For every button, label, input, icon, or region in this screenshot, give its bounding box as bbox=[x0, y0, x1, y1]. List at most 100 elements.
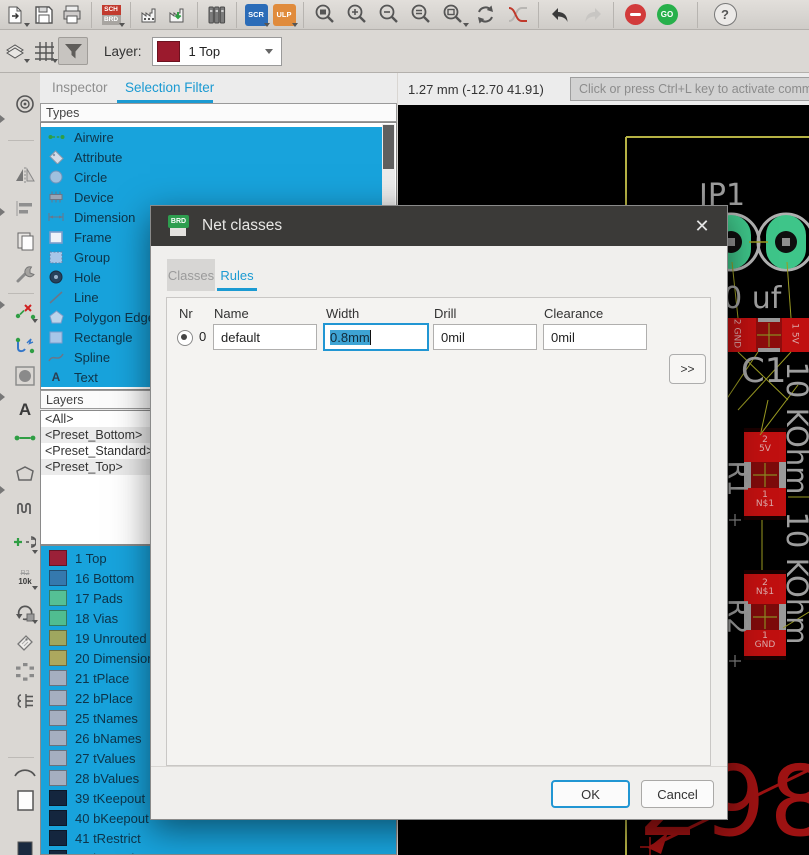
layer-label: 21 tPlace bbox=[75, 671, 129, 686]
value-line: 10k bbox=[18, 578, 31, 586]
via-icon bbox=[15, 366, 35, 386]
spline-icon bbox=[47, 351, 65, 363]
frame-icon bbox=[47, 231, 65, 244]
align-button[interactable] bbox=[12, 195, 38, 221]
cancel-button[interactable]: Cancel bbox=[641, 780, 714, 808]
brd-badge: BRD bbox=[102, 15, 121, 25]
run-ulp-button[interactable]: ULP bbox=[270, 2, 298, 28]
type-row-attribute[interactable]: Attribute bbox=[41, 147, 382, 167]
refresh-button[interactable] bbox=[469, 2, 501, 28]
zoom-fit-icon bbox=[313, 3, 337, 27]
line-icon bbox=[47, 291, 65, 304]
zoom-select-button[interactable] bbox=[405, 2, 437, 28]
layer-row[interactable]: 42 bRestrict bbox=[41, 848, 396, 855]
zoom-in-icon bbox=[345, 3, 369, 27]
partial-tool-button[interactable] bbox=[12, 835, 38, 855]
clearance-field[interactable] bbox=[543, 324, 647, 350]
tab-classes[interactable]: Classes bbox=[167, 259, 215, 291]
zoom-out-button[interactable] bbox=[373, 2, 405, 28]
selection-filter-button[interactable] bbox=[58, 37, 88, 65]
layer-swatch bbox=[49, 730, 67, 746]
tab-rules[interactable]: Rules bbox=[217, 259, 257, 291]
rotate-button[interactable] bbox=[12, 599, 38, 625]
go-button[interactable]: GO bbox=[651, 2, 683, 28]
scrollbar-thumb[interactable] bbox=[383, 125, 394, 169]
tab-inspector[interactable]: Inspector bbox=[52, 80, 108, 95]
r2-pad2-label: 2 N$1 bbox=[744, 579, 786, 597]
drill-field[interactable] bbox=[433, 324, 537, 350]
grid-button[interactable] bbox=[30, 38, 58, 64]
library-button[interactable] bbox=[203, 2, 231, 28]
layer-row[interactable]: 41 tRestrict bbox=[41, 828, 396, 848]
ripup-button[interactable] bbox=[12, 332, 38, 358]
redo-button[interactable] bbox=[576, 2, 608, 28]
undo-button[interactable] bbox=[544, 2, 576, 28]
net-class-radio[interactable] bbox=[177, 330, 193, 346]
zoom-redraw-button[interactable] bbox=[437, 2, 469, 28]
layer-dropdown[interactable]: 1 Top bbox=[152, 37, 282, 66]
type-row-circle[interactable]: Circle bbox=[41, 167, 382, 187]
layer-toolbar: Layer: 1 Top bbox=[0, 30, 809, 73]
arc-tool-button[interactable] bbox=[12, 757, 38, 783]
device-icon bbox=[47, 191, 65, 203]
layer-swatch bbox=[49, 590, 67, 606]
wrench-tool-button[interactable] bbox=[12, 261, 38, 287]
pinswap-button[interactable] bbox=[12, 689, 38, 715]
open-file-button[interactable] bbox=[2, 2, 30, 28]
command-line-input[interactable] bbox=[570, 77, 809, 101]
gate-swap-button[interactable] bbox=[501, 2, 533, 28]
switch-sch-brd-button[interactable]: SCH BRD bbox=[97, 2, 125, 28]
help-glyph: ? bbox=[721, 7, 729, 22]
toolbar-separator bbox=[303, 2, 304, 28]
panel-tabs: Inspector Selection Filter bbox=[40, 73, 397, 104]
cam-export-icon bbox=[167, 5, 189, 25]
type-row-airwire[interactable]: Airwire bbox=[41, 127, 382, 147]
cam-processor-button[interactable] bbox=[136, 2, 164, 28]
close-icon[interactable]: ✕ bbox=[690, 214, 714, 238]
label-button[interactable] bbox=[12, 629, 38, 655]
pin-header-icon bbox=[15, 693, 35, 711]
name-value-button[interactable]: R2 10k bbox=[12, 565, 38, 591]
width-field[interactable]: 0.8mm bbox=[323, 323, 429, 351]
layer-swatch bbox=[49, 670, 67, 686]
route-airwire-button[interactable] bbox=[12, 298, 38, 324]
type-label: Dimension bbox=[74, 210, 135, 225]
show-layers-button[interactable] bbox=[12, 91, 38, 117]
save-button[interactable] bbox=[30, 2, 58, 28]
layer-swatch bbox=[49, 710, 67, 726]
rect-tool-button[interactable] bbox=[12, 787, 38, 813]
chevron-down-icon bbox=[292, 23, 298, 27]
r2-pad1-label: 1 GND bbox=[744, 632, 786, 650]
meander-tool-button[interactable] bbox=[12, 495, 38, 521]
run-script-button[interactable]: SCR bbox=[242, 2, 270, 28]
tab-selection-filter[interactable]: Selection Filter bbox=[125, 80, 214, 95]
dialog-titlebar[interactable]: BRD Net classes ✕ bbox=[151, 206, 727, 246]
type-row-device[interactable]: Device bbox=[41, 187, 382, 207]
ok-button[interactable]: OK bbox=[551, 780, 630, 808]
wire-tool-button[interactable] bbox=[12, 425, 38, 451]
text-tool-button[interactable]: A bbox=[12, 397, 38, 423]
sch-badge: SCH bbox=[102, 5, 121, 15]
help-button[interactable]: ? bbox=[709, 2, 741, 28]
wire-icon bbox=[14, 433, 36, 443]
expand-columns-button[interactable]: >> bbox=[669, 354, 706, 384]
zoom-redraw-icon bbox=[441, 3, 465, 27]
zoom-fit-button[interactable] bbox=[309, 2, 341, 28]
add-signal-button[interactable] bbox=[12, 529, 38, 555]
name-field[interactable] bbox=[213, 324, 317, 350]
dimension-icon bbox=[47, 211, 65, 223]
smash-button[interactable] bbox=[12, 659, 38, 685]
layer-swatch bbox=[49, 770, 67, 786]
layer-swatch bbox=[49, 810, 67, 826]
partial-icon bbox=[0, 115, 5, 123]
layer-label: 19 Unrouted bbox=[75, 631, 147, 646]
stop-button[interactable] bbox=[619, 2, 651, 28]
cam-export-button[interactable] bbox=[164, 2, 192, 28]
print-button[interactable] bbox=[58, 2, 86, 28]
mirror-button[interactable] bbox=[12, 162, 38, 188]
layer-settings-button[interactable] bbox=[2, 38, 30, 64]
paste-button[interactable] bbox=[12, 228, 38, 254]
polygon-tool-button[interactable] bbox=[12, 461, 38, 487]
via-button[interactable] bbox=[12, 363, 38, 389]
zoom-in-button[interactable] bbox=[341, 2, 373, 28]
